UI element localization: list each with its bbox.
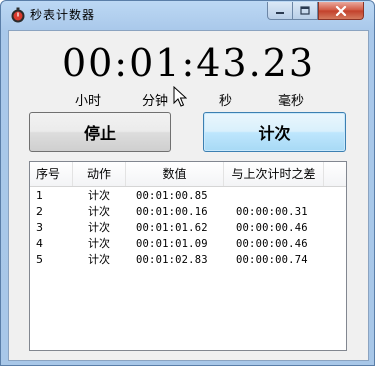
client-area: 00:01:43.23 小时 分钟 秒 毫秒 停止 计次 序号 动作 数值 与上… (8, 30, 369, 361)
cell-index: 1 (36, 189, 43, 202)
cell-value: 00:01:02.83 (136, 254, 208, 266)
column-header-value[interactable]: 数值 (126, 162, 224, 186)
unit-minute-label: 分钟 (142, 94, 169, 109)
cell-index: 2 (36, 205, 43, 218)
table-row[interactable]: 5 计次 00:01:02.83 00:00:00.74 (30, 252, 346, 268)
close-button[interactable] (318, 2, 364, 20)
cell-diff: 00:00:00.46 (236, 222, 308, 234)
cell-diff: 00:00:00.46 (236, 238, 308, 250)
close-icon (335, 5, 347, 16)
minimize-icon (276, 11, 284, 14)
cell-value: 00:01:01.09 (136, 238, 208, 250)
cell-value: 00:01:00.16 (136, 206, 208, 218)
cell-index: 5 (36, 253, 43, 266)
stopwatch-window: 秒表计数器 00:01:43.23 小时 分钟 秒 毫秒 停止 计次 序号 动作… (0, 0, 375, 366)
column-header-diff[interactable]: 与上次计时之差 (224, 162, 324, 186)
cell-diff: 00:00:00.31 (236, 206, 308, 218)
stopwatch-icon (11, 7, 25, 23)
minimize-button[interactable] (267, 2, 293, 20)
table-row[interactable]: 4 计次 00:01:01.09 00:00:00.46 (30, 236, 346, 252)
cell-index: 3 (36, 221, 43, 234)
cell-index: 4 (36, 237, 43, 250)
cell-value: 00:01:01.62 (136, 222, 208, 234)
maximize-button[interactable] (293, 2, 318, 20)
cell-action: 计次 (88, 189, 110, 202)
cell-action: 计次 (88, 221, 110, 234)
unit-hour-label: 小时 (75, 94, 102, 109)
window-title: 秒表计数器 (30, 8, 96, 22)
cell-diff: 00:00:00.74 (236, 254, 308, 266)
table-row[interactable]: 2 计次 00:01:00.16 00:00:00.31 (30, 204, 346, 220)
title-bar[interactable]: 秒表计数器 (1, 1, 374, 29)
column-header-action[interactable]: 动作 (73, 162, 126, 186)
lap-list[interactable]: 序号 动作 数值 与上次计时之差 1 计次 00:01:00.85 2 计次 0… (29, 161, 347, 351)
mouse-pointer-icon (173, 86, 187, 107)
unit-second-label: 秒 (219, 94, 233, 109)
table-row[interactable]: 3 计次 00:01:01.62 00:00:00.46 (30, 220, 346, 236)
unit-millisecond-label: 毫秒 (278, 94, 305, 109)
column-header-index[interactable]: 序号 (30, 162, 73, 186)
cell-value: 00:01:00.85 (136, 190, 208, 202)
timer-display: 00:01:43.23 (61, 41, 316, 85)
cell-action: 计次 (88, 253, 110, 266)
maximize-icon (300, 6, 310, 15)
cell-action: 计次 (88, 237, 110, 250)
stop-button[interactable]: 停止 (29, 112, 171, 152)
list-header: 序号 动作 数值 与上次计时之差 (30, 162, 346, 187)
cell-action: 计次 (88, 205, 110, 218)
lap-button[interactable]: 计次 (203, 112, 346, 152)
table-row[interactable]: 1 计次 00:01:00.85 (30, 188, 346, 204)
